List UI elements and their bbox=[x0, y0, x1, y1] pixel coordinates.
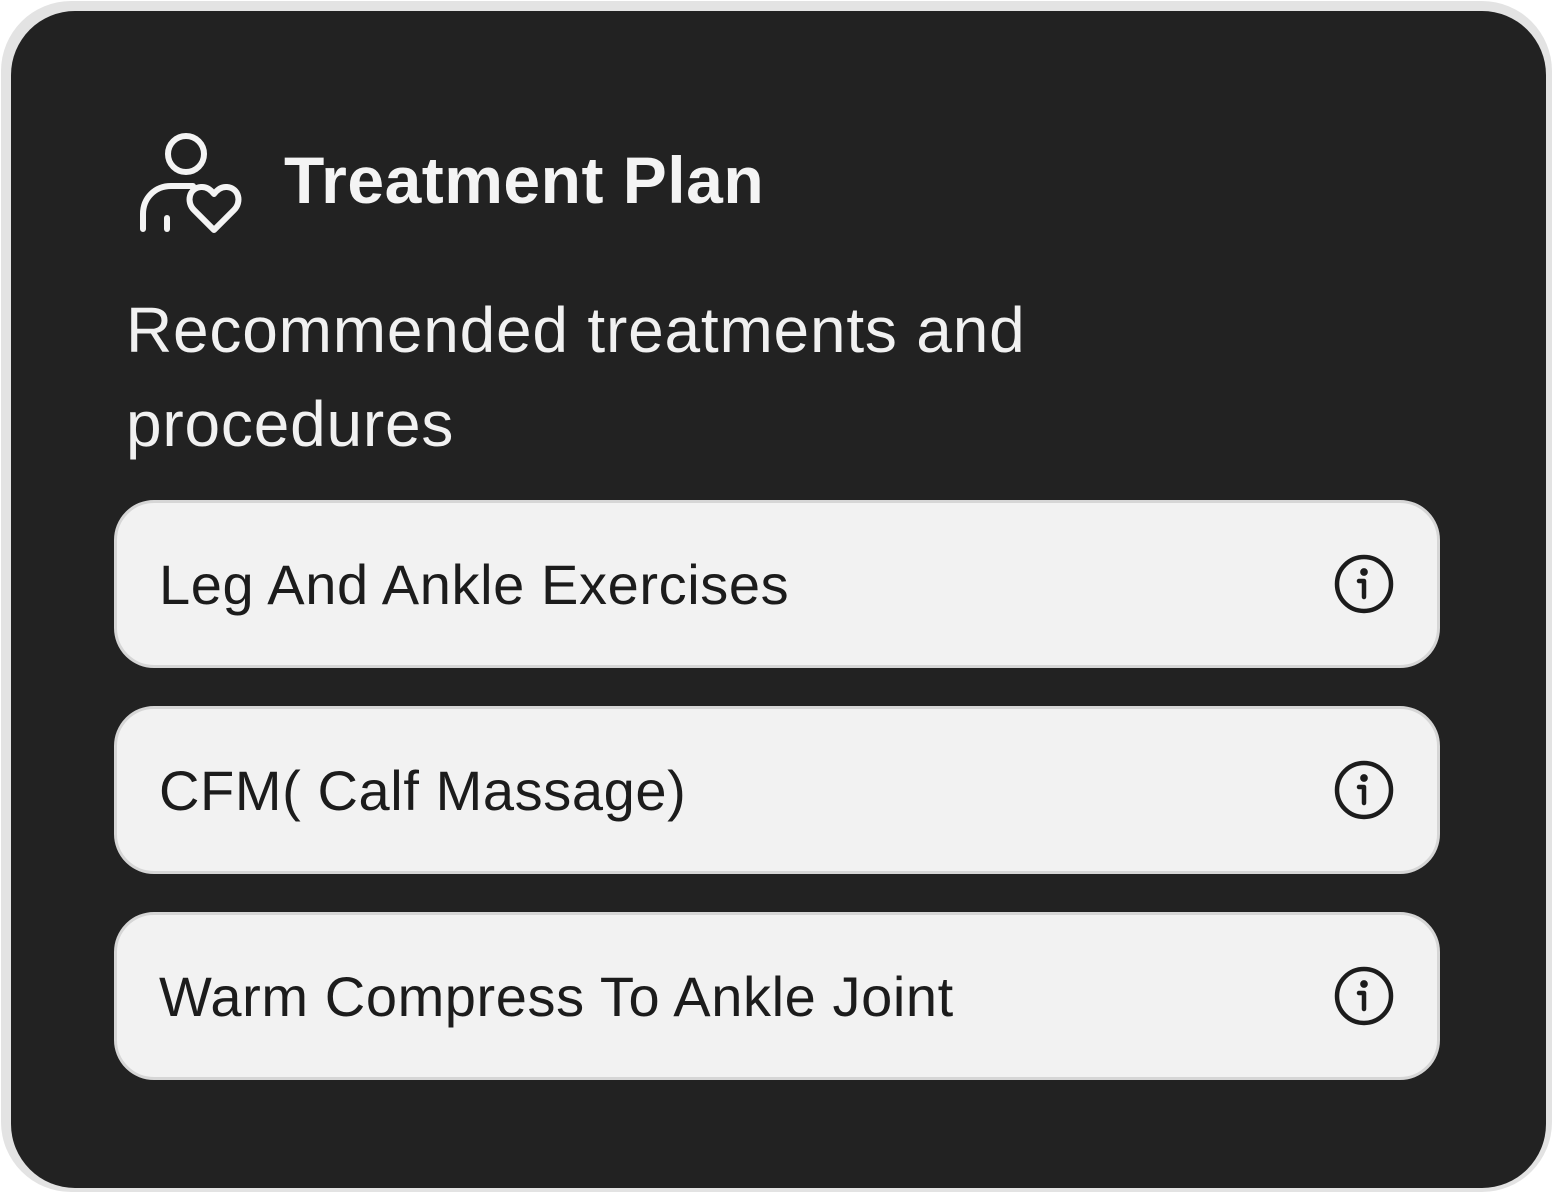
treatment-item[interactable]: Leg And Ankle Exercises bbox=[114, 500, 1440, 668]
card-title: Treatment Plan bbox=[284, 142, 765, 217]
treatment-label: CFM( Calf Massage) bbox=[159, 758, 687, 822]
info-icon[interactable] bbox=[1333, 553, 1395, 615]
treatment-list: Leg And Ankle Exercises CFM( Calf Massag… bbox=[114, 500, 1440, 1118]
info-icon[interactable] bbox=[1333, 965, 1395, 1027]
treatment-label: Warm Compress To Ankle Joint bbox=[159, 964, 954, 1028]
treatment-item[interactable]: Warm Compress To Ankle Joint bbox=[114, 912, 1440, 1080]
info-icon[interactable] bbox=[1333, 759, 1395, 821]
card-header: Treatment Plan bbox=[131, 126, 764, 241]
card-subtitle: Recommended treatments and procedures bbox=[126, 294, 1026, 460]
treatment-item[interactable]: CFM( Calf Massage) bbox=[114, 706, 1440, 874]
treatment-label: Leg And Ankle Exercises bbox=[159, 552, 790, 616]
user-heart-icon bbox=[131, 126, 246, 241]
